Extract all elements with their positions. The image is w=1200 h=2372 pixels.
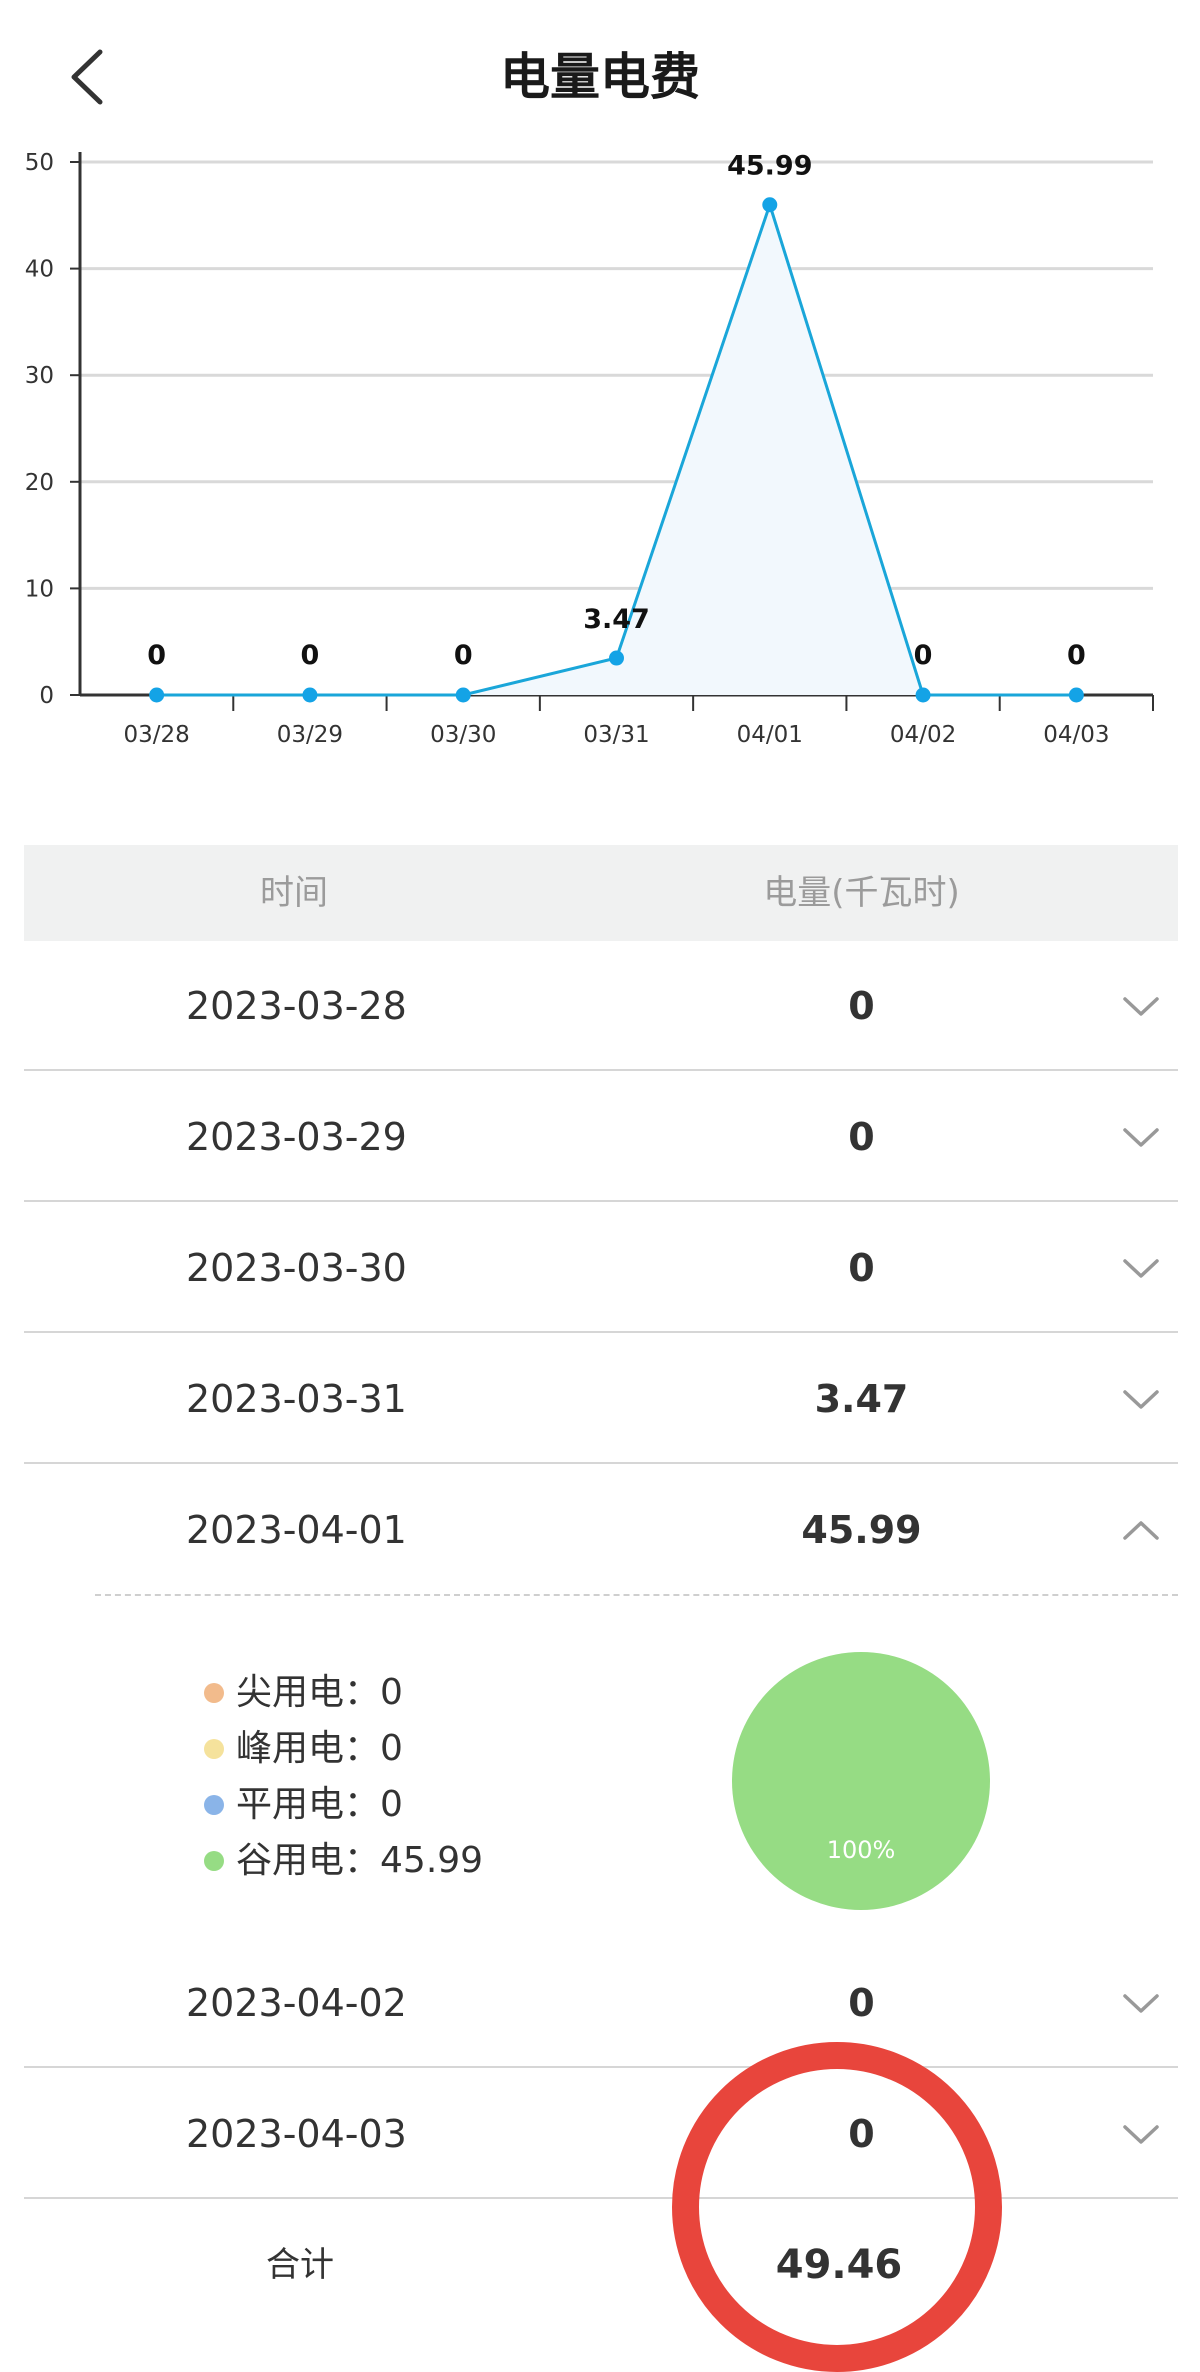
column-header-time: 时间 [260,873,328,913]
legend-item-valley: 谷用电：45.99 [200,1833,483,1889]
row-usage: 0 [848,1981,875,2025]
detail-divider [95,1594,1178,1596]
table-row[interactable]: 2023-03-31 3.47 [24,1334,1178,1464]
table-header: 时间 电量(千瓦时) [24,845,1178,941]
legend-value: 0 [380,1728,403,1769]
y-tick-label: 0 [39,683,54,709]
y-tick-label: 10 [25,576,54,602]
usage-pie-chart [732,1652,990,1910]
total-value: 49.46 [775,2242,903,2288]
chevron-down-icon[interactable] [1119,2119,1163,2149]
x-tick-label: 03/28 [123,722,189,748]
data-point [302,687,318,703]
y-tick-label: 50 [25,150,54,176]
x-tick-label: 03/30 [430,722,496,748]
legend-label: 谷用电： [236,1840,381,1881]
chevron-down-icon[interactable] [1119,1122,1163,1152]
row-date: 2023-03-29 [186,1115,407,1159]
row-usage: 0 [848,2112,875,2156]
data-label: 0 [147,640,166,671]
y-tick-label: 20 [25,470,54,496]
row-usage: 45.99 [801,1508,922,1552]
chevron-down-icon[interactable] [1119,991,1163,1021]
row-usage: 3.47 [814,1377,909,1421]
legend-label: 峰用电： [236,1728,381,1769]
row-usage: 0 [848,1246,875,1290]
page-title: 电量电费 [500,48,700,106]
row-date: 2023-03-30 [186,1246,407,1290]
chevron-down-icon[interactable] [1119,1988,1163,2018]
table-row[interactable]: 2023-04-03 0 [24,2069,1178,2199]
data-label: 0 [1067,640,1086,671]
table-row[interactable]: 2023-03-29 0 [24,1072,1178,1202]
row-date: 2023-04-03 [186,2112,407,2156]
usage-line-chart: 0 10 20 30 40 50 0 03/28 0 03/29 0 03/30 3.47 03/31 45… [25,150,1154,748]
x-tick-label: 03/31 [583,722,649,748]
row-usage: 0 [848,984,875,1028]
legend-value: 45.99 [380,1840,484,1881]
data-point [149,687,165,703]
data-label: 45.99 [727,151,812,182]
pie-percent-label: 100% [826,1836,896,1864]
table-row[interactable]: 2023-03-30 0 [24,1203,1178,1333]
data-point [915,687,931,703]
data-point [762,197,778,213]
legend-label: 平用电： [236,1784,381,1825]
legend-item-peak: 峰用电：0 [200,1721,483,1777]
legend-value: 0 [380,1784,403,1825]
data-label: 0 [301,640,320,671]
x-tick-label: 04/02 [890,722,956,748]
total-label: 合计 [266,2245,334,2285]
data-point [609,650,624,666]
usage-breakdown-legend: 尖用电：0 峰用电：0 平用电：0 谷用电：45.99 [200,1665,483,1889]
header: 电量电费 [0,0,1200,150]
legend-label: 尖用电： [236,1672,381,1713]
chevron-down-icon[interactable] [1119,1253,1163,1283]
legend-item-sharp: 尖用电：0 [200,1665,483,1721]
x-tick-label: 04/01 [737,722,803,748]
y-tick-label: 40 [25,257,54,283]
legend-dot [204,1851,224,1871]
table-row[interactable]: 2023-04-02 0 [24,1938,1178,2068]
row-date: 2023-04-01 [186,1508,407,1552]
legend-dot [204,1739,224,1759]
row-date: 2023-03-31 [186,1377,407,1421]
data-label: 0 [914,640,933,671]
legend-item-flat: 平用电：0 [200,1777,483,1833]
data-label: 0 [454,640,473,671]
y-tick-label: 30 [25,363,54,389]
chevron-down-icon[interactable] [1119,1384,1163,1414]
table-row[interactable]: 2023-03-28 0 [24,941,1178,1071]
x-tick-label: 04/03 [1043,722,1109,748]
column-header-usage: 电量(千瓦时) [763,873,960,913]
data-point [455,687,471,703]
row-date: 2023-04-02 [186,1981,407,2025]
x-tick-label: 03/29 [277,722,343,748]
table-row-expanded[interactable]: 2023-04-01 45.99 [24,1465,1178,1595]
data-point [1068,687,1084,703]
legend-value: 0 [380,1672,403,1713]
data-label: 3.47 [583,604,650,635]
legend-dot [204,1683,224,1703]
chevron-up-icon[interactable] [1119,1515,1163,1545]
row-date: 2023-03-28 [186,984,407,1028]
pie-slice-valley [732,1652,990,1910]
legend-dot [204,1795,224,1815]
row-usage: 0 [848,1115,875,1159]
